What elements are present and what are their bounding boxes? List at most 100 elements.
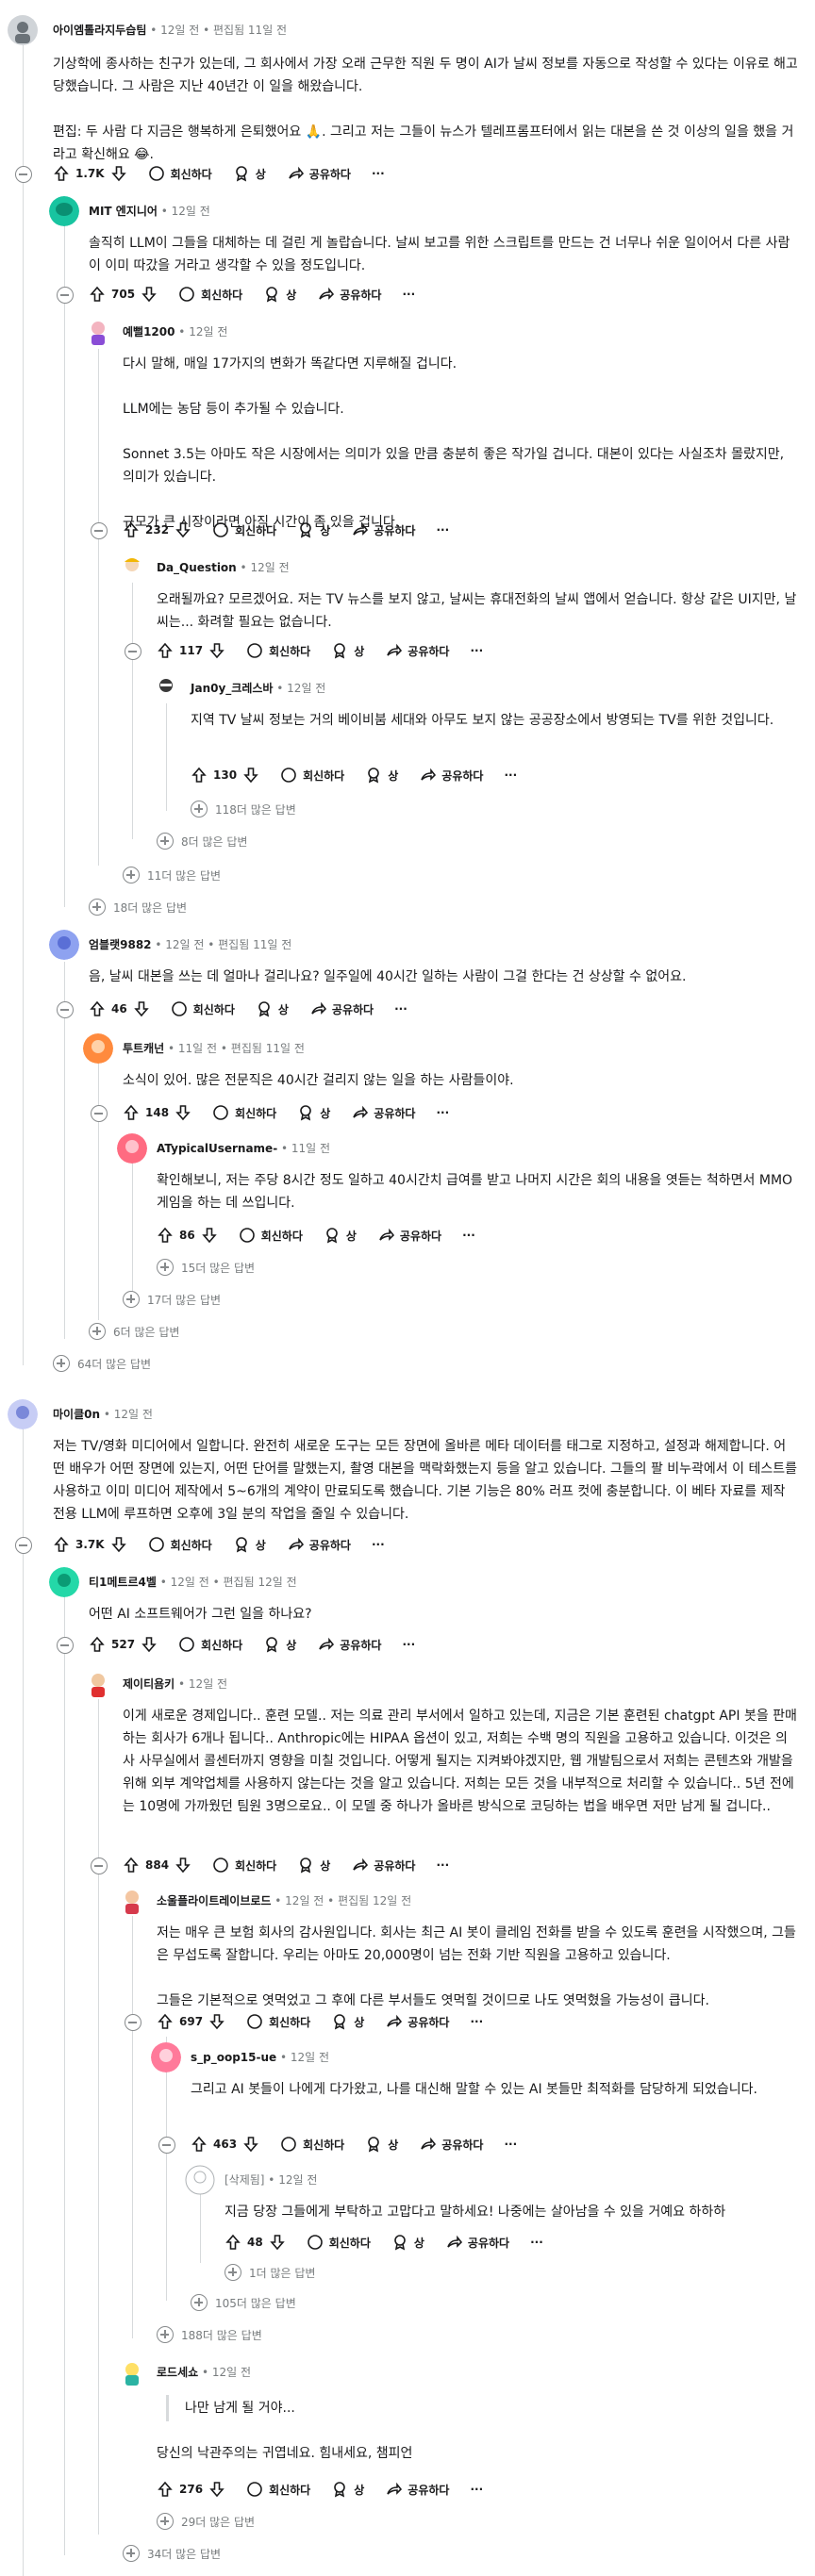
user-avatar[interactable] bbox=[117, 2357, 147, 2387]
user-avatar[interactable] bbox=[49, 930, 79, 960]
award-button[interactable]: 상 bbox=[233, 1536, 266, 1553]
timestamp[interactable]: 12일 전 bbox=[172, 205, 210, 218]
collapse-thread-button[interactable] bbox=[158, 2137, 175, 2154]
vote-control[interactable]: 46 bbox=[89, 1000, 150, 1017]
username[interactable]: ATypicalUsername- bbox=[157, 1142, 277, 1155]
timestamp[interactable]: 12일 전 bbox=[160, 24, 199, 37]
reply-button[interactable]: 회신하다 bbox=[280, 767, 344, 784]
share-button[interactable]: 공유하다 bbox=[385, 2481, 449, 2498]
username[interactable]: Jan0y_크레스바 bbox=[191, 682, 273, 695]
timestamp[interactable]: 12일 전 bbox=[287, 682, 325, 695]
share-button[interactable]: 공유하다 bbox=[385, 2013, 449, 2030]
award-button[interactable]: 상 bbox=[256, 1000, 289, 1017]
user-avatar[interactable] bbox=[117, 1133, 147, 1164]
username[interactable]: 티1메트르4벨 bbox=[89, 1576, 157, 1589]
more-options-button[interactable]: ··· bbox=[372, 167, 385, 180]
more-options-button[interactable]: ··· bbox=[402, 288, 415, 301]
award-button[interactable]: 상 bbox=[263, 1636, 296, 1653]
timestamp[interactable]: 12일 전 bbox=[171, 1576, 209, 1589]
user-avatar[interactable] bbox=[8, 1399, 38, 1429]
more-replies-link[interactable]: 17더 많은 답변 bbox=[123, 1290, 221, 1309]
reply-button[interactable]: 회신하다 bbox=[246, 2013, 310, 2030]
share-button[interactable]: 공유하다 bbox=[309, 1000, 374, 1017]
user-avatar[interactable] bbox=[117, 553, 147, 583]
more-replies-link[interactable]: 11더 많은 답변 bbox=[123, 866, 221, 884]
vote-control[interactable]: 276 bbox=[157, 2481, 225, 2498]
more-replies-link[interactable]: 6더 많은 답변 bbox=[89, 1322, 179, 1341]
share-button[interactable]: 공유하다 bbox=[317, 286, 381, 303]
timestamp[interactable]: 12일 전 bbox=[291, 2051, 329, 2064]
award-button[interactable]: 상 bbox=[331, 2481, 364, 2498]
username[interactable]: 투트캐넌 bbox=[123, 1042, 164, 1055]
timestamp[interactable]: 12일 전 bbox=[165, 938, 204, 951]
vote-control[interactable]: 3.7K bbox=[53, 1536, 127, 1553]
username[interactable]: s_p_oop15-ue bbox=[191, 2051, 276, 2064]
user-avatar[interactable] bbox=[83, 1669, 113, 1699]
user-avatar[interactable] bbox=[151, 673, 181, 703]
reply-button[interactable]: 회신하다 bbox=[246, 2481, 310, 2498]
timestamp[interactable]: 12일 전 bbox=[250, 561, 289, 574]
more-replies-link[interactable]: 1더 많은 답변 bbox=[225, 2263, 315, 2282]
vote-control[interactable]: 86 bbox=[157, 1227, 218, 1244]
reply-button[interactable]: 회신하다 bbox=[171, 1000, 235, 1017]
collapse-thread-button[interactable] bbox=[125, 643, 141, 660]
timestamp[interactable]: 12일 전 bbox=[189, 1677, 227, 1691]
timestamp[interactable]: 12일 전 bbox=[285, 1894, 324, 1907]
share-button[interactable]: 공유하다 bbox=[351, 521, 415, 538]
share-button[interactable]: 공유하다 bbox=[445, 2234, 509, 2251]
vote-control[interactable]: 148 bbox=[123, 1104, 191, 1121]
user-avatar[interactable] bbox=[83, 317, 113, 347]
user-avatar[interactable] bbox=[151, 2042, 181, 2072]
award-button[interactable]: 상 bbox=[263, 286, 296, 303]
vote-control[interactable]: 884 bbox=[123, 1857, 191, 1874]
timestamp[interactable]: 12일 전 bbox=[278, 2173, 317, 2187]
award-button[interactable]: 상 bbox=[233, 165, 266, 182]
more-options-button[interactable]: ··· bbox=[462, 1229, 475, 1242]
user-avatar[interactable] bbox=[117, 1886, 147, 1916]
more-options-button[interactable]: ··· bbox=[436, 1106, 449, 1119]
more-replies-link[interactable]: 105더 많은 답변 bbox=[191, 2293, 296, 2312]
vote-control[interactable]: 705 bbox=[89, 286, 158, 303]
reply-button[interactable]: 회신하다 bbox=[239, 1227, 303, 1244]
share-button[interactable]: 공유하다 bbox=[287, 165, 351, 182]
reply-button[interactable]: 회신하다 bbox=[178, 1636, 242, 1653]
reply-button[interactable]: 회신하다 bbox=[280, 2136, 344, 2153]
more-options-button[interactable]: ··· bbox=[436, 1858, 449, 1872]
share-button[interactable]: 공유하다 bbox=[385, 642, 449, 659]
username[interactable]: 제이티욤키 bbox=[123, 1677, 175, 1691]
more-options-button[interactable]: ··· bbox=[372, 1538, 385, 1551]
more-options-button[interactable]: ··· bbox=[470, 2015, 483, 2028]
vote-control[interactable]: 463 bbox=[191, 2136, 259, 2153]
more-replies-link[interactable]: 15더 많은 답변 bbox=[157, 1258, 255, 1277]
award-button[interactable]: 상 bbox=[365, 767, 398, 784]
more-replies-link[interactable]: 18더 많은 답변 bbox=[89, 898, 187, 916]
user-avatar[interactable] bbox=[49, 1567, 79, 1597]
more-replies-link[interactable]: 29더 많은 답변 bbox=[157, 2512, 255, 2531]
more-options-button[interactable]: ··· bbox=[470, 644, 483, 657]
more-options-button[interactable]: ··· bbox=[436, 523, 449, 537]
reply-button[interactable]: 회신하다 bbox=[246, 642, 310, 659]
collapse-thread-button[interactable] bbox=[57, 1001, 74, 1018]
more-options-button[interactable]: ··· bbox=[470, 2483, 483, 2496]
vote-control[interactable]: 1.7K bbox=[53, 165, 127, 182]
reply-button[interactable]: 회신하다 bbox=[212, 1104, 276, 1121]
award-button[interactable]: 상 bbox=[331, 642, 364, 659]
username[interactable]: 예뻘1200 bbox=[123, 325, 175, 339]
reply-button[interactable]: 회신하다 bbox=[212, 1857, 276, 1874]
reply-button[interactable]: 회신하다 bbox=[307, 2234, 371, 2251]
user-avatar[interactable] bbox=[49, 196, 79, 226]
timestamp[interactable]: 11일 전 bbox=[178, 1042, 217, 1055]
vote-control[interactable]: 697 bbox=[157, 2013, 225, 2030]
more-options-button[interactable]: ··· bbox=[402, 1638, 415, 1651]
collapse-thread-button[interactable] bbox=[57, 287, 74, 304]
reply-button[interactable]: 회신하다 bbox=[212, 521, 276, 538]
collapse-thread-button[interactable] bbox=[91, 1105, 108, 1122]
timestamp[interactable]: 12일 전 bbox=[114, 1408, 153, 1421]
more-options-button[interactable]: ··· bbox=[504, 2138, 517, 2151]
award-button[interactable]: 상 bbox=[365, 2136, 398, 2153]
share-button[interactable]: 공유하다 bbox=[317, 1636, 381, 1653]
collapse-thread-button[interactable] bbox=[57, 1637, 74, 1654]
award-button[interactable]: 상 bbox=[297, 521, 330, 538]
collapse-thread-button[interactable] bbox=[125, 2014, 141, 2031]
award-button[interactable]: 상 bbox=[297, 1104, 330, 1121]
